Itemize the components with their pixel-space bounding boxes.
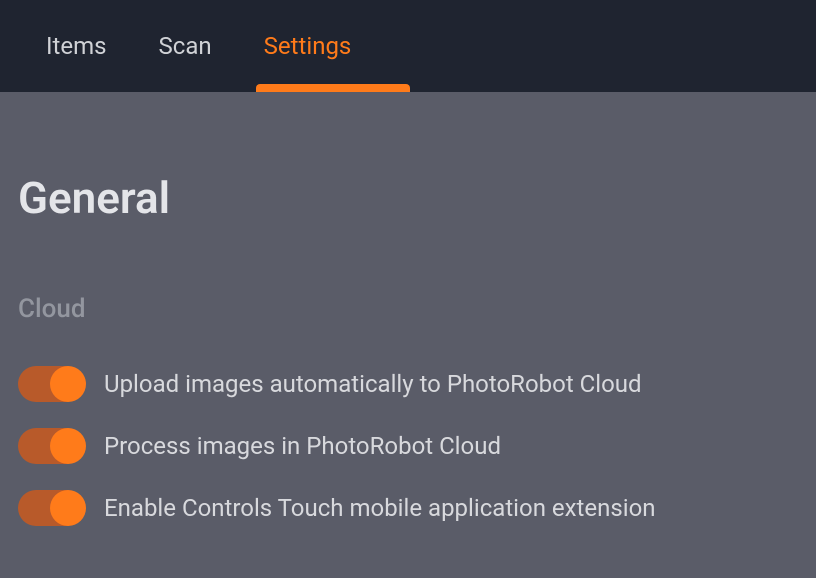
toggle-touch[interactable] (18, 490, 84, 526)
toggle-process[interactable] (18, 428, 84, 464)
toggle-row-upload: Upload images automatically to PhotoRobo… (18, 366, 798, 402)
toggle-upload[interactable] (18, 366, 84, 402)
settings-content: General Cloud Upload images automaticall… (0, 92, 816, 526)
toggle-row-process: Process images in PhotoRobot Cloud (18, 428, 798, 464)
toggle-knob (50, 428, 86, 464)
tab-bar: Items Scan Settings (0, 0, 816, 92)
toggle-label-upload: Upload images automatically to PhotoRobo… (104, 370, 642, 398)
toggle-knob (50, 490, 86, 526)
tab-scan[interactable]: Scan (159, 8, 212, 84)
tab-items[interactable]: Items (46, 8, 107, 84)
tab-indicator (256, 84, 410, 92)
section-label-cloud: Cloud (18, 294, 798, 324)
toggle-label-process: Process images in PhotoRobot Cloud (104, 432, 501, 460)
toggle-label-touch: Enable Controls Touch mobile application… (104, 494, 656, 522)
page-title: General (18, 172, 798, 224)
toggle-knob (50, 366, 86, 402)
toggle-row-touch: Enable Controls Touch mobile application… (18, 490, 798, 526)
tab-settings[interactable]: Settings (264, 8, 352, 84)
